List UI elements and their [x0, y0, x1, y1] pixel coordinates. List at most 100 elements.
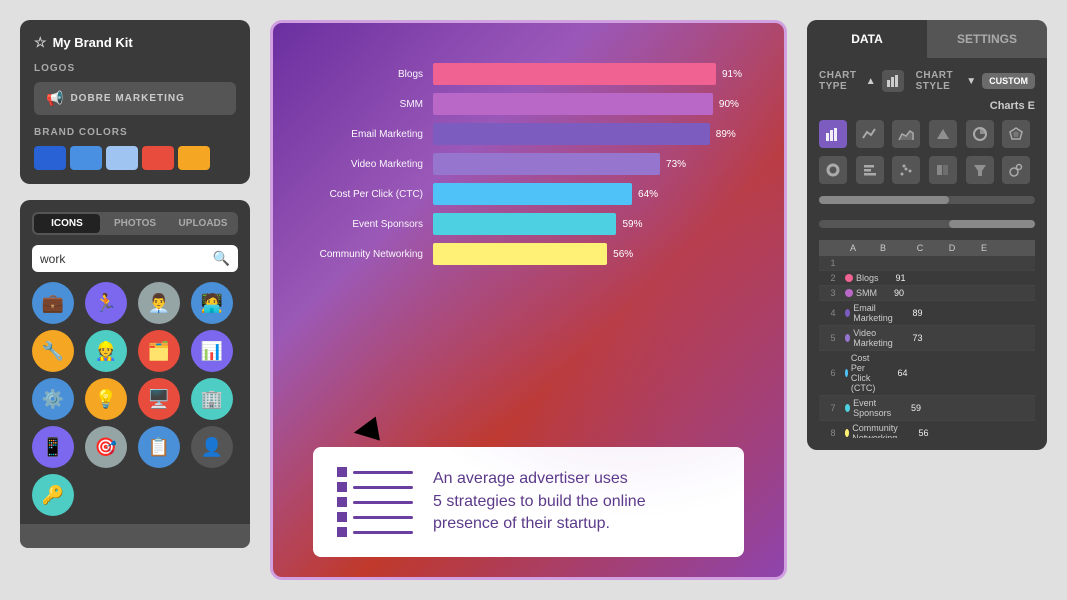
list-item[interactable]: 📱 [32, 426, 74, 468]
bar-pct: 89% [716, 129, 736, 140]
bar-label: Community Networking [313, 249, 423, 260]
main-container: ☆ My Brand Kit LOGOS 📢 DOBRE MARKETING B… [0, 0, 1067, 600]
table-row[interactable]: 5 Video Marketing 73 [819, 326, 1035, 351]
bullet-line [353, 486, 413, 489]
color-swatch-4[interactable] [142, 146, 174, 170]
scrollbar-thumb-1[interactable] [819, 196, 949, 204]
custom-button[interactable]: CUSTOM [982, 73, 1035, 89]
chart-icon-donut[interactable] [819, 156, 847, 184]
list-item[interactable]: 🗂️ [138, 330, 180, 372]
color-swatch-3[interactable] [106, 146, 138, 170]
scrollbar-thumb-2[interactable] [949, 220, 1035, 228]
panel-bottom-bar [20, 524, 250, 548]
bar-row: SMM 90% [313, 93, 744, 115]
list-item[interactable]: 👤 [191, 426, 233, 468]
table-row[interactable]: 2 Blogs 91 [819, 271, 1035, 286]
right-tabs: DATA SETTINGS [807, 20, 1047, 58]
tab-icons[interactable]: ICONS [34, 214, 100, 233]
list-item[interactable]: 👷 [85, 330, 127, 372]
chart-icon-funnel[interactable] [966, 156, 994, 184]
brand-colors-row [34, 146, 236, 170]
canvas-inner: Blogs 91% SMM 90% Emai [273, 23, 784, 577]
bar-pct: 59% [622, 219, 642, 230]
color-swatch-2[interactable] [70, 146, 102, 170]
bar-label: SMM [313, 99, 423, 110]
list-item[interactable]: 💼 [32, 282, 74, 324]
table-header: A B C D E [819, 240, 1035, 256]
bar-pct: 56% [613, 249, 633, 260]
color-swatch-1[interactable] [34, 146, 66, 170]
tab-data[interactable]: DATA [807, 20, 927, 58]
bullet-square [337, 527, 347, 537]
chart-icon-hbar[interactable] [856, 156, 884, 184]
table-row[interactable]: 6 Cost Per Click (CTC) 64 [819, 351, 1035, 396]
list-item[interactable]: ⚙️ [32, 378, 74, 420]
logo-name: DOBRE MARKETING [70, 93, 184, 104]
brand-kit-title: My Brand Kit [53, 35, 133, 50]
tab-uploads[interactable]: UPLOADS [170, 214, 236, 233]
bar-row: Event Sponsors 59% [313, 213, 744, 235]
bullet-square [337, 482, 347, 492]
list-item[interactable]: 💡 [85, 378, 127, 420]
tab-photos[interactable]: PHOTOS [102, 214, 168, 233]
sort-icon-2: ▼ [966, 76, 976, 87]
list-item[interactable]: 🎯 [85, 426, 127, 468]
info-box: An average advertiser uses5 strategies t… [313, 447, 744, 557]
list-item[interactable]: 🔑 [32, 474, 74, 516]
bar-row: Video Marketing 73% [313, 153, 744, 175]
bar-label: Video Marketing [313, 159, 423, 170]
chart-icon-ring[interactable] [929, 156, 957, 184]
bar-chart: Blogs 91% SMM 90% Emai [313, 63, 744, 265]
chart-type-label: CHART TYPE [819, 70, 860, 92]
bar-row: Community Networking 56% [313, 243, 744, 265]
list-item[interactable]: 🏃 [85, 282, 127, 324]
table-row[interactable]: 1 [819, 256, 1035, 271]
bar-row: Blogs 91% [313, 63, 744, 85]
list-item[interactable]: 🖥️ [138, 378, 180, 420]
sort-icon: ▲ [866, 76, 876, 87]
list-item[interactable]: 🧑‍💻 [191, 282, 233, 324]
table-row[interactable]: 8 Community Networking 56 [819, 421, 1035, 438]
chart-icon-area[interactable] [892, 120, 920, 148]
bullet-list [337, 467, 413, 537]
chart-icon-bar[interactable] [819, 120, 847, 148]
bar-chart-icon [886, 74, 900, 88]
bar-pct: 64% [638, 189, 658, 200]
scrollbar-track-1[interactable] [819, 196, 1035, 204]
right-panel: DATA SETTINGS CHART TYPE ▲ CHART STYLE ▼… [807, 20, 1047, 450]
bar-row: Email Marketing 89% [313, 123, 744, 145]
scrollbar-track-2[interactable] [819, 220, 1035, 228]
list-item[interactable]: 👨‍💼 [138, 282, 180, 324]
search-icon[interactable]: 🔍 [213, 250, 230, 267]
chart-type-icon-btn[interactable] [882, 70, 904, 92]
list-item[interactable]: 📊 [191, 330, 233, 372]
chart-icon-mountain[interactable] [929, 120, 957, 148]
tab-settings[interactable]: SETTINGS [927, 20, 1047, 58]
list-item[interactable]: 🔧 [32, 330, 74, 372]
table-row[interactable]: 4 Email Marketing 89 [819, 301, 1035, 326]
left-panel: ☆ My Brand Kit LOGOS 📢 DOBRE MARKETING B… [20, 20, 250, 548]
data-table: A B C D E 1 2 Blogs 91 3 SMM [819, 240, 1035, 438]
table-row[interactable]: 7 Event Sponsors 59 [819, 396, 1035, 421]
chart-icon-bubble[interactable] [1002, 156, 1030, 184]
table-row[interactable]: 3 SMM 90 [819, 286, 1035, 301]
icon-search-row: 🔍 [32, 245, 238, 272]
list-item[interactable]: 📋 [138, 426, 180, 468]
icons-grid: 💼 🏃 👨‍💼 🧑‍💻 🔧 👷 🗂️ 📊 ⚙️ 💡 🖥️ 🏢 📱 🎯 📋 [32, 282, 238, 516]
bar-pct: 91% [722, 69, 742, 80]
bullet-item [337, 467, 413, 477]
bullet-item [337, 497, 413, 507]
chart-icon-line[interactable] [856, 120, 884, 148]
list-item[interactable]: 🏢 [191, 378, 233, 420]
chart-icons-grid-2 [819, 156, 1035, 184]
bar-track: 89% [433, 123, 744, 145]
chart-icon-scatter[interactable] [892, 156, 920, 184]
logo-icon: 📢 [46, 90, 64, 107]
bar-label: Email Marketing [313, 129, 423, 140]
chart-icon-radar[interactable] [1002, 120, 1030, 148]
bullet-line [353, 516, 413, 519]
bar-label: Blogs [313, 69, 423, 80]
chart-icon-pie[interactable] [966, 120, 994, 148]
search-input[interactable] [40, 252, 207, 266]
color-swatch-5[interactable] [178, 146, 210, 170]
